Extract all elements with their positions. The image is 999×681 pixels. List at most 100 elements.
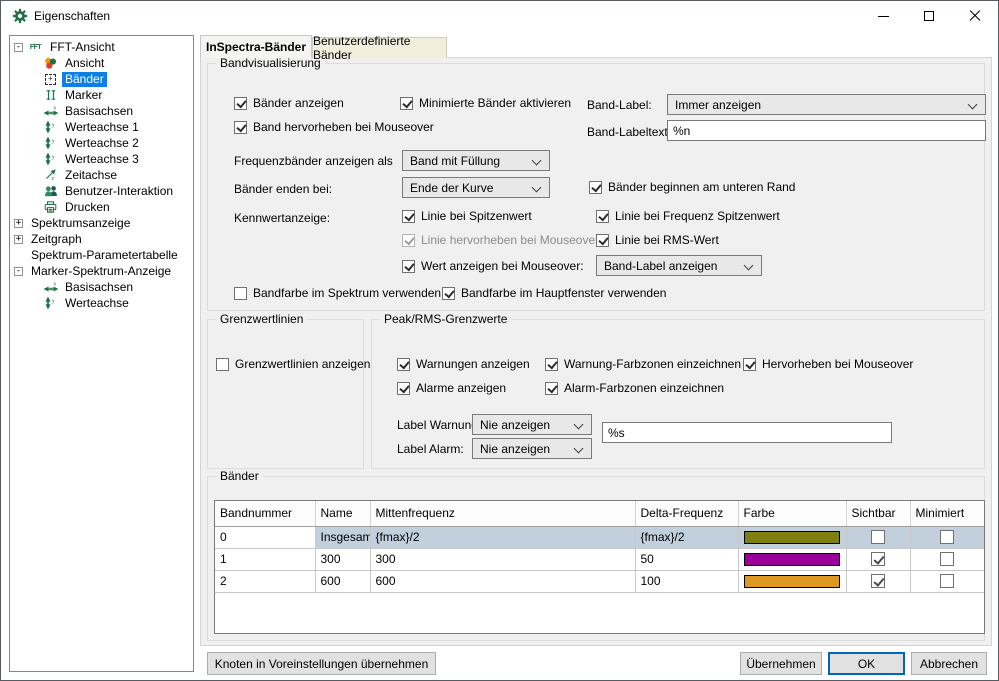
tree-item-basisachsen-2[interactable]: x Basisachsen bbox=[10, 279, 193, 295]
table-row[interactable]: 2 600 600 100 bbox=[215, 570, 984, 592]
label-format-input[interactable] bbox=[602, 422, 892, 443]
checkbox-icon[interactable] bbox=[402, 210, 415, 223]
cell-minimiert[interactable] bbox=[910, 526, 984, 548]
checkbox-wert-anzeigen-mouseover[interactable]: Wert anzeigen bei Mouseover: bbox=[402, 259, 584, 273]
cancel-button[interactable]: Abbrechen bbox=[911, 652, 987, 675]
cell-sichtbar[interactable] bbox=[846, 548, 910, 570]
checkbox-icon[interactable] bbox=[545, 382, 558, 395]
cell-sichtbar[interactable] bbox=[846, 570, 910, 592]
close-button[interactable] bbox=[952, 1, 998, 31]
checkbox-icon[interactable] bbox=[234, 97, 247, 110]
checkbox-icon[interactable] bbox=[402, 260, 415, 273]
cell-bandnummer[interactable]: 1 bbox=[215, 548, 315, 570]
checkbox-icon[interactable] bbox=[400, 97, 413, 110]
checkbox-unterer-rand[interactable]: Bänder beginnen am unteren Rand bbox=[589, 180, 795, 194]
minimize-button[interactable] bbox=[860, 1, 906, 31]
tree-item-marker-spektrum-anzeige[interactable]: Marker-Spektrum-Anzeige bbox=[10, 263, 193, 279]
checkbox-icon[interactable] bbox=[216, 358, 229, 371]
checkbox-icon[interactable] bbox=[545, 358, 558, 371]
maximize-button[interactable] bbox=[906, 1, 952, 31]
cell-bandnummer[interactable]: 2 bbox=[215, 570, 315, 592]
checkbox-bandfarbe-hauptfenster[interactable]: Bandfarbe im Hauptfenster verwenden bbox=[442, 286, 666, 300]
cell-mittenfrequenz[interactable]: {fmax}/2 bbox=[370, 526, 635, 548]
checkbox-alarme-anzeigen[interactable]: Alarme anzeigen bbox=[397, 381, 506, 395]
checkbox-warnungen-anzeigen[interactable]: Warnungen anzeigen bbox=[397, 357, 530, 371]
cell-farbe[interactable] bbox=[738, 548, 846, 570]
checkbox-linie-spitzenwert[interactable]: Linie bei Spitzenwert bbox=[402, 209, 532, 223]
cell-delta-frequenz[interactable]: 50 bbox=[635, 548, 738, 570]
column-header-name[interactable]: Name bbox=[315, 501, 370, 526]
baender-enden-combobox[interactable]: Ende der Kurve bbox=[402, 177, 550, 198]
checkbox-icon[interactable] bbox=[442, 287, 455, 300]
column-header-mittenfrequenz[interactable]: Mittenfrequenz bbox=[370, 501, 635, 526]
color-swatch[interactable] bbox=[744, 553, 840, 566]
cell-sichtbar[interactable] bbox=[846, 526, 910, 548]
color-swatch[interactable] bbox=[744, 531, 840, 544]
tree-item-werteachse[interactable]: y Werteachse bbox=[10, 295, 193, 311]
checkbox-icon[interactable] bbox=[234, 121, 247, 134]
tree-item-ansicht[interactable]: Ansicht bbox=[10, 55, 193, 71]
tab-benutzerdefinierte-baender[interactable]: Benutzerdefinierte Bänder bbox=[312, 37, 447, 58]
checkbox-grenzwertlinien-anzeigen[interactable]: Grenzwertlinien anzeigen bbox=[216, 357, 370, 371]
table-row[interactable]: 0 Insgesamt {fmax}/2 {fmax}/2 bbox=[215, 526, 984, 548]
cell-minimiert[interactable] bbox=[910, 570, 984, 592]
tree-item-baender[interactable]: + Bänder bbox=[10, 71, 193, 87]
tree-item-benutzer-interaktion[interactable]: Benutzer-Interaktion bbox=[10, 183, 193, 199]
cell-delta-frequenz[interactable]: 100 bbox=[635, 570, 738, 592]
cell-name[interactable]: 600 bbox=[315, 570, 370, 592]
collapse-icon[interactable] bbox=[14, 43, 23, 52]
checkbox-warnung-farbzonen[interactable]: Warnung-Farbzonen einzeichnen bbox=[545, 357, 741, 371]
label-alarm-combobox[interactable]: Nie anzeigen bbox=[472, 438, 592, 459]
ok-button[interactable]: OK bbox=[828, 652, 905, 675]
tree-item-zeitgraph[interactable]: Zeitgraph bbox=[10, 231, 193, 247]
tree-item-werteachse-3[interactable]: y Werteachse 3 bbox=[10, 151, 193, 167]
checkbox-icon[interactable] bbox=[871, 530, 885, 544]
checkbox-icon[interactable] bbox=[596, 210, 609, 223]
cell-delta-frequenz[interactable]: {fmax}/2 bbox=[635, 526, 738, 548]
tree-item-werteachse-2[interactable]: y Werteachse 2 bbox=[10, 135, 193, 151]
cell-farbe[interactable] bbox=[738, 526, 846, 548]
checkbox-icon[interactable] bbox=[940, 574, 954, 588]
table-row[interactable]: 1 300 300 50 bbox=[215, 548, 984, 570]
band-labeltext-input[interactable] bbox=[667, 120, 986, 141]
tree-item-basisachsen[interactable]: x Basisachsen bbox=[10, 103, 193, 119]
checkbox-icon[interactable] bbox=[940, 530, 954, 544]
expand-icon[interactable] bbox=[14, 235, 23, 244]
checkbox-icon[interactable] bbox=[743, 358, 756, 371]
expand-icon[interactable] bbox=[14, 219, 23, 228]
cell-mittenfrequenz[interactable]: 600 bbox=[370, 570, 635, 592]
wert-anzeigen-combobox[interactable]: Band-Label anzeigen bbox=[596, 255, 762, 276]
tree-item-drucken[interactable]: Drucken bbox=[10, 199, 193, 215]
cell-farbe[interactable] bbox=[738, 570, 846, 592]
checkbox-icon[interactable] bbox=[589, 181, 602, 194]
checkbox-icon[interactable] bbox=[397, 382, 410, 395]
tree-item-fft-ansicht[interactable]: FFT FFT-Ansicht bbox=[10, 39, 193, 55]
collapse-icon[interactable] bbox=[14, 267, 23, 276]
color-swatch[interactable] bbox=[744, 575, 840, 588]
checkbox-icon[interactable] bbox=[871, 574, 885, 588]
cell-bandnummer[interactable]: 0 bbox=[215, 526, 315, 548]
checkbox-band-hervorheben[interactable]: Band hervorheben bei Mouseover bbox=[234, 120, 434, 134]
checkbox-alarm-farbzonen[interactable]: Alarm-Farbzonen einzeichnen bbox=[545, 381, 724, 395]
tree-item-spektrum-parametertabelle[interactable]: Spektrum-Parametertabelle bbox=[10, 247, 193, 263]
checkbox-minimierte-baender[interactable]: Minimierte Bänder aktivieren bbox=[400, 96, 571, 110]
apply-button[interactable]: Übernehmen bbox=[740, 652, 822, 675]
checkbox-icon[interactable] bbox=[234, 287, 247, 300]
label-warnung-combobox[interactable]: Nie anzeigen bbox=[472, 414, 592, 435]
checkbox-linie-rms[interactable]: Linie bei RMS-Wert bbox=[596, 233, 719, 247]
tab-inspectra-baender[interactable]: InSpectra-Bänder bbox=[200, 35, 312, 58]
checkbox-icon[interactable] bbox=[871, 552, 885, 566]
checkbox-icon[interactable] bbox=[596, 234, 609, 247]
checkbox-icon[interactable] bbox=[397, 358, 410, 371]
cell-name[interactable]: 300 bbox=[315, 548, 370, 570]
checkbox-baender-anzeigen[interactable]: Bänder anzeigen bbox=[234, 96, 344, 110]
column-header-delta-frequenz[interactable]: Delta-Frequenz bbox=[635, 501, 738, 526]
cell-minimiert[interactable] bbox=[910, 548, 984, 570]
checkbox-icon[interactable] bbox=[940, 552, 954, 566]
column-header-farbe[interactable]: Farbe bbox=[738, 501, 846, 526]
tree-item-zeitachse[interactable]: z Zeitachse bbox=[10, 167, 193, 183]
checkbox-bandfarbe-spektrum[interactable]: Bandfarbe im Spektrum verwenden bbox=[234, 286, 441, 300]
frequenzbaender-combobox[interactable]: Band mit Füllung bbox=[402, 150, 550, 171]
column-header-sichtbar[interactable]: Sichtbar bbox=[846, 501, 910, 526]
cell-name[interactable]: Insgesamt bbox=[315, 526, 370, 548]
